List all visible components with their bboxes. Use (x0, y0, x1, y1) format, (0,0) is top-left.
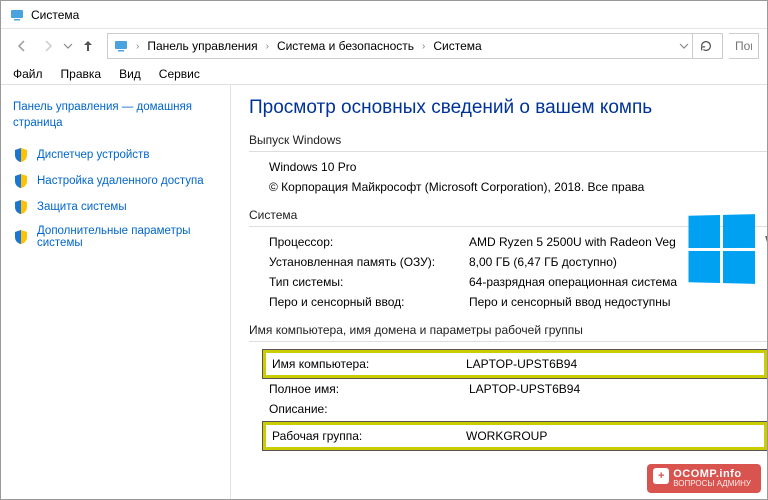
chevron-right-icon: › (416, 41, 431, 52)
menu-view[interactable]: Вид (117, 65, 143, 83)
chevron-right-icon: › (260, 41, 275, 52)
windows-edition: Windows 10 Pro (269, 160, 767, 174)
label-workgroup: Рабочая группа: (272, 429, 466, 443)
section-windows-edition: Выпуск Windows (249, 133, 767, 152)
value-description (469, 402, 767, 416)
shield-icon (13, 147, 29, 163)
sidebar: Панель управления — домашняя страница Ди… (1, 85, 231, 499)
sidebar-item-protection[interactable]: Защита системы (13, 199, 218, 215)
watermark-line2: ВОПРОСЫ АДМИНУ (673, 480, 751, 489)
sidebar-item-advanced[interactable]: Дополнительные параметры системы (13, 225, 218, 249)
shield-icon (13, 199, 29, 215)
sidebar-item-device-manager[interactable]: Диспетчер устройств (13, 147, 218, 163)
refresh-button[interactable] (692, 33, 718, 59)
label-computer-name: Имя компьютера: (272, 357, 466, 371)
search-box[interactable] (729, 33, 759, 59)
up-button[interactable] (75, 33, 101, 59)
sidebar-item-remote[interactable]: Настройка удаленного доступа (13, 173, 218, 189)
label-description: Описание: (269, 402, 469, 416)
windows-logo: Wi (687, 215, 767, 283)
highlight-computer-name: Имя компьютера: LAPTOP-UPST6B94 (263, 350, 767, 378)
breadcrumb-item[interactable]: Панель управления (145, 39, 259, 53)
back-button[interactable] (9, 33, 35, 59)
sidebar-item-label[interactable]: Дополнительные параметры системы (37, 225, 218, 249)
sidebar-item-label[interactable]: Защита системы (37, 201, 127, 213)
chevron-right-icon: › (130, 41, 145, 52)
control-panel-home-link[interactable]: Панель управления — домашняя страница (13, 99, 218, 131)
forward-button[interactable] (35, 33, 61, 59)
computer-icon (112, 38, 130, 54)
menu-tools[interactable]: Сервис (157, 65, 202, 83)
content-area: Просмотр основных сведений о вашем компь… (231, 85, 767, 499)
menu-bar: Файл Правка Вид Сервис (1, 63, 767, 85)
breadcrumb-item[interactable]: Система (431, 39, 483, 53)
plus-icon: + (653, 468, 669, 484)
window-title: Система (31, 8, 79, 22)
shield-icon (13, 173, 29, 189)
breadcrumb-item[interactable]: Система и безопасность (275, 39, 416, 53)
label-ram: Установленная память (ОЗУ): (269, 255, 469, 269)
recent-dropdown[interactable] (61, 33, 75, 59)
address-bar: › Панель управления › Система и безопасн… (1, 29, 767, 63)
sidebar-item-label[interactable]: Диспетчер устройств (37, 149, 149, 161)
page-title: Просмотр основных сведений о вашем компь (249, 97, 767, 119)
windows-logo-text: Wi (765, 228, 767, 270)
value-workgroup: WORKGROUP (466, 429, 547, 443)
title-bar: Система (1, 1, 767, 29)
system-icon (9, 7, 25, 23)
chevron-down-icon[interactable] (676, 33, 692, 59)
shield-icon (13, 229, 29, 245)
copyright-text: © Корпорация Майкрософт (Microsoft Corpo… (269, 180, 767, 194)
value-full-name: LAPTOP-UPST6B94 (469, 382, 767, 396)
section-computer-name: Имя компьютера, имя домена и параметры р… (249, 323, 767, 342)
label-pen-touch: Перо и сенсорный ввод: (269, 295, 469, 309)
label-processor: Процессор: (269, 235, 469, 249)
menu-file[interactable]: Файл (11, 65, 45, 83)
sidebar-item-label[interactable]: Настройка удаленного доступа (37, 175, 204, 187)
value-pen-touch: Перо и сенсорный ввод недоступны (469, 295, 767, 309)
label-system-type: Тип системы: (269, 275, 469, 289)
highlight-workgroup: Рабочая группа: WORKGROUP (263, 422, 767, 450)
menu-edit[interactable]: Правка (59, 65, 104, 83)
label-full-name: Полное имя: (269, 382, 469, 396)
search-input[interactable] (735, 39, 752, 53)
watermark-badge: + OCOMP.info ВОПРОСЫ АДМИНУ (647, 464, 761, 493)
value-computer-name: LAPTOP-UPST6B94 (466, 357, 577, 371)
breadcrumb[interactable]: › Панель управления › Система и безопасн… (107, 33, 723, 59)
